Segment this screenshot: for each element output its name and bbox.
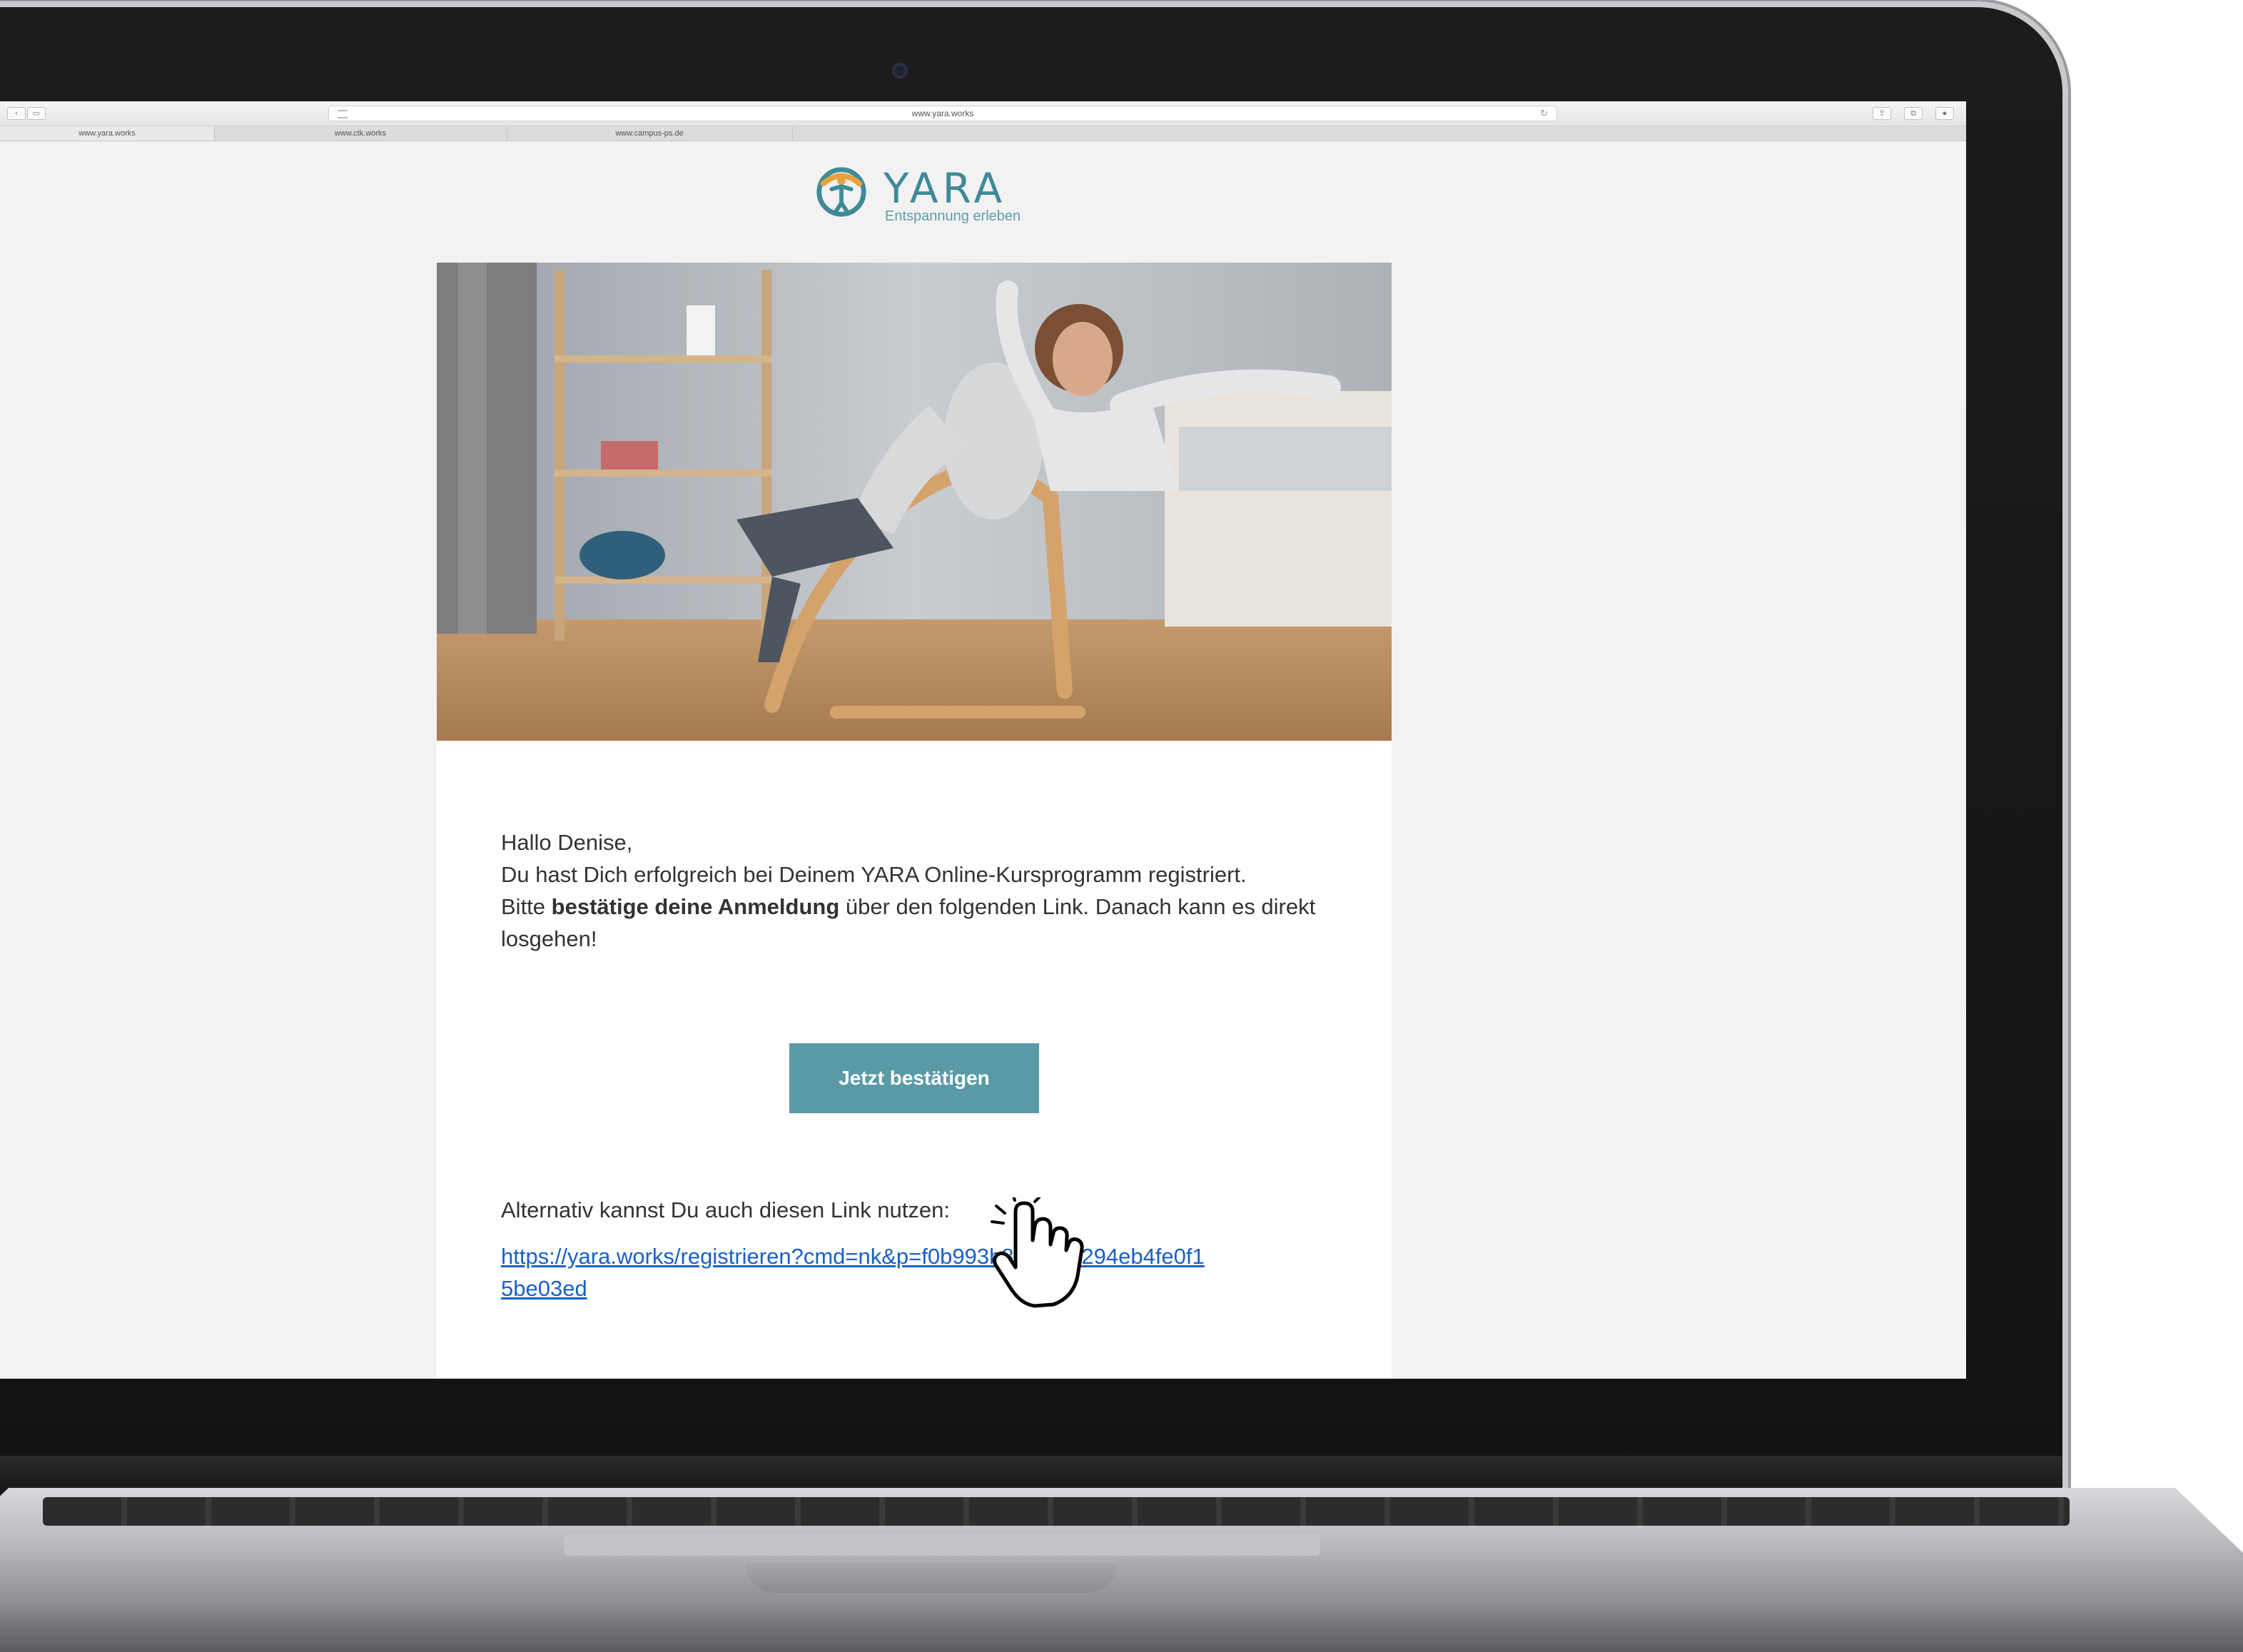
instruction-emphasis: bestätige deine Anmeldung bbox=[551, 894, 840, 919]
instruction-prefix: Bitte bbox=[501, 894, 552, 919]
browser-window: ‹ ▭ www.yara.works ↻ ⇪ ⧉ ● www.yara.work… bbox=[0, 101, 1966, 1379]
confirm-instruction: Bitte bestätige deine Anmeldung über den… bbox=[501, 891, 1336, 955]
tab-bar: www.yara.works www.ctk.works www.campus-… bbox=[0, 126, 1966, 141]
alternative-text: Alternativ kannst Du auch diesen Link nu… bbox=[501, 1197, 950, 1222]
reload-icon[interactable]: ↻ bbox=[1540, 108, 1548, 119]
confirm-button[interactable]: Jetzt bestätigen bbox=[789, 1043, 1039, 1113]
tab-yara[interactable]: www.yara.works bbox=[0, 126, 215, 141]
lid-notch bbox=[746, 1563, 1117, 1593]
tabs-button[interactable]: ⧉ bbox=[1904, 107, 1923, 120]
brand-name: YARA bbox=[883, 164, 1007, 213]
browser-toolbar: ‹ ▭ www.yara.works ↻ ⇪ ⧉ ● bbox=[0, 101, 1966, 126]
address-bar[interactable]: www.yara.works ↻ bbox=[328, 106, 1557, 121]
email-body: Hallo Denise, Du hast Dich erfolgreich b… bbox=[501, 826, 1336, 955]
share-button[interactable]: ⇪ bbox=[1873, 107, 1891, 120]
brand-tagline: Entspannung erleben bbox=[885, 208, 1021, 224]
downloads-button[interactable]: ● bbox=[1935, 107, 1954, 120]
tab-ctk[interactable]: www.ctk.works bbox=[214, 126, 507, 141]
camera bbox=[892, 63, 908, 78]
email-page: YARA Entspannung erleben Hallo Denise, D… bbox=[0, 141, 1966, 1379]
tab-campus[interactable]: www.campus-ps.de bbox=[507, 126, 793, 141]
confirmation-link[interactable]: https://yara.works/registrieren?cmd=nk&p… bbox=[501, 1240, 1215, 1304]
email-card: Hallo Denise, Du hast Dich erfolgreich b… bbox=[437, 263, 1392, 1379]
registration-message: Du hast Dich erfolgreich bei Deinem YARA… bbox=[501, 862, 1247, 887]
back-button[interactable]: ‹ bbox=[7, 107, 26, 120]
hero-photo bbox=[437, 263, 1392, 741]
address-text: www.yara.works bbox=[911, 108, 974, 118]
yara-logo-mark bbox=[816, 167, 866, 217]
yara-logo[interactable]: YARA Entspannung erleben bbox=[814, 158, 1028, 230]
trackpad-edge bbox=[564, 1534, 1320, 1556]
greeting: Hallo Denise, bbox=[501, 830, 633, 855]
hand-pointer-icon bbox=[991, 1197, 1084, 1308]
sidebar-toggle-button[interactable]: ▭ bbox=[27, 107, 46, 120]
keyboard bbox=[43, 1497, 2070, 1526]
